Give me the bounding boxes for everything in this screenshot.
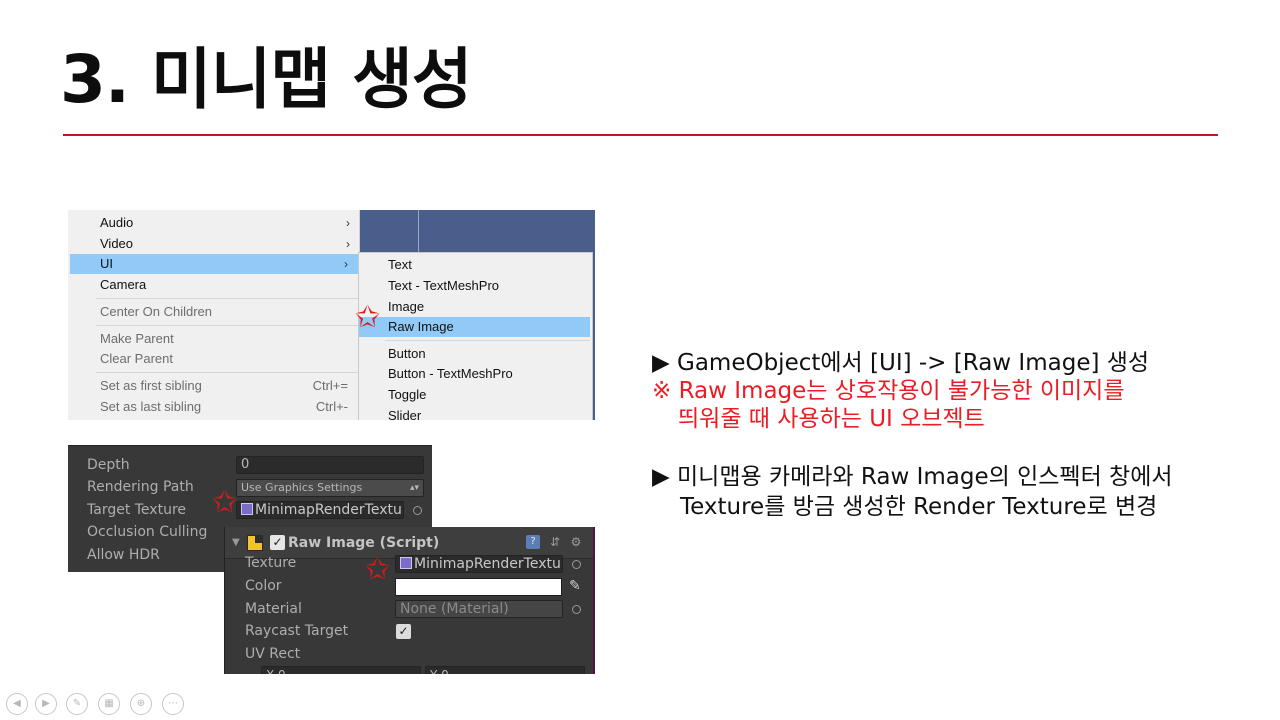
raw-image-inspector-screenshot: ▼ ✓ Raw Image (Script) ? ⇵ ⚙ Texture Min… <box>224 527 595 674</box>
slides-icon[interactable]: ▦ <box>98 693 120 715</box>
uv-rect-label: UV Rect <box>245 646 301 662</box>
raycast-target-checkbox[interactable]: ✓ <box>396 624 411 639</box>
target-texture-field[interactable]: MinimapRenderTextu <box>236 501 404 519</box>
menu-item-label: Set as last sibling <box>100 399 202 414</box>
submenu-item-image[interactable]: Image <box>359 297 592 317</box>
menu-item-label: Center On Children <box>100 304 212 319</box>
allow-hdr-label: Allow HDR <box>87 547 160 563</box>
material-label: Material <box>245 601 302 617</box>
red-star-annotation-icon: ✩ <box>212 485 238 520</box>
menu-item-audio[interactable]: Audio › <box>68 213 360 233</box>
pen-icon[interactable]: ✎ <box>66 693 88 715</box>
submenu-item-button-textmeshpro[interactable]: Button - TextMeshPro <box>359 364 592 384</box>
render-texture-icon <box>400 557 412 569</box>
target-texture-value: MinimapRenderTextu <box>255 502 402 518</box>
context-menu-screenshot: Audio › Video › UI › Camera Center On Ch… <box>68 210 595 420</box>
menu-item-label: UI <box>100 256 113 271</box>
panel-edge <box>593 527 595 674</box>
note-inspector-2: Texture를 방금 생성한 Render Texture로 변경 <box>680 494 1158 520</box>
texture-field[interactable]: MinimapRenderTextu <box>395 555 563 573</box>
submenu-item-text[interactable]: Text <box>359 255 592 275</box>
chevron-right-icon: › <box>346 216 350 230</box>
chevron-right-icon: › <box>344 257 348 271</box>
color-label: Color <box>245 578 282 594</box>
red-star-annotation-icon: ✩ <box>365 552 391 587</box>
zoom-icon[interactable]: ⊕ <box>130 693 152 715</box>
menu-item-label: Audio <box>100 215 134 230</box>
occlusion-culling-label: Occlusion Culling <box>87 524 208 540</box>
menu-separator <box>96 372 358 373</box>
menu-item-camera[interactable]: Camera <box>68 275 360 295</box>
red-star-annotation-icon: ✩ <box>355 300 381 335</box>
next-icon[interactable]: ▶ <box>35 693 57 715</box>
submenu-item-slider[interactable]: Slider <box>359 406 592 420</box>
depth-field[interactable]: 0 <box>236 456 424 474</box>
eyedropper-icon[interactable]: ✎ <box>569 578 581 594</box>
note-inspector-1: ▶ 미니맵용 카메라와 Raw Image의 인스펙터 창에서 <box>652 464 1173 490</box>
object-picker-icon[interactable] <box>572 605 581 614</box>
menu-item-video[interactable]: Video › <box>68 234 360 254</box>
rendering-path-dropdown[interactable]: Use Graphics Settings ▴▾ <box>236 479 424 497</box>
chevron-right-icon: › <box>346 237 350 251</box>
object-picker-icon[interactable] <box>413 506 422 515</box>
note-raw-image-desc-1: ※ Raw Image는 상호작용이 불가능한 이미지를 <box>652 378 1125 404</box>
color-field[interactable] <box>395 578 562 596</box>
menu-item-label: Clear Parent <box>100 351 173 366</box>
uv-x-field[interactable]: X 0 <box>261 666 421 674</box>
rendering-path-label: Rendering Path <box>87 479 194 495</box>
component-enabled-checkbox[interactable]: ✓ <box>270 535 285 550</box>
menu-item-label: Make Parent <box>100 331 174 346</box>
menu-item-label: Set as first sibling <box>100 378 202 393</box>
slide-title: 3. 미니맵 생성 <box>60 41 473 118</box>
component-title: Raw Image (Script) <box>288 535 440 551</box>
note-create-raw-image: ▶ GameObject에서 [UI] -> [Raw Image] 생성 <box>652 350 1150 376</box>
shortcut-label: Ctrl+- <box>315 399 348 414</box>
dropdown-arrow-icon: ▴▾ <box>409 483 419 493</box>
depth-label: Depth <box>87 457 130 473</box>
preset-icon[interactable]: ⇵ <box>548 535 562 549</box>
menu-item-center-on-children: Center On Children <box>68 302 360 322</box>
submenu-item-toggle[interactable]: Toggle <box>359 385 592 405</box>
menu-item-clear-parent: Clear Parent <box>68 349 360 369</box>
submenu-item-text-textmeshpro[interactable]: Text - TextMeshPro <box>359 276 592 296</box>
menu-separator <box>96 298 358 299</box>
render-texture-icon <box>241 503 253 515</box>
more-icon[interactable]: ⋯ <box>162 693 184 715</box>
menu-item-set-last-sibling: Set as last sibling Ctrl+- <box>68 397 360 417</box>
ui-submenu: Text Text - TextMeshPro Image Raw Image … <box>358 252 593 420</box>
menu-separator <box>385 340 590 341</box>
object-picker-icon[interactable] <box>572 560 581 569</box>
shortcut-label: Ctrl+= <box>312 378 348 393</box>
texture-label: Texture <box>245 555 297 571</box>
submenu-item-raw-image[interactable]: Raw Image <box>359 317 590 337</box>
material-field[interactable]: None (Material) <box>395 600 563 618</box>
gear-icon[interactable]: ⚙ <box>569 535 583 549</box>
menu-item-set-first-sibling: Set as first sibling Ctrl+= <box>68 376 360 396</box>
menu-item-label: Camera <box>100 277 147 292</box>
foldout-arrow-icon[interactable]: ▼ <box>232 537 240 548</box>
menu-item-make-parent: Make Parent <box>68 329 360 349</box>
note-raw-image-desc-2: 띄워줄 때 사용하는 UI 오브젝트 <box>678 406 985 432</box>
menu-item-label: Video <box>100 236 134 251</box>
title-divider <box>63 134 1218 136</box>
menu-item-ui[interactable]: UI › <box>70 254 358 274</box>
uv-y-field[interactable]: Y 0 <box>425 666 585 674</box>
gameobject-menu: Audio › Video › UI › Camera Center On Ch… <box>68 210 360 420</box>
menu-separator <box>96 325 358 326</box>
prev-icon[interactable]: ◀ <box>6 693 28 715</box>
rendering-path-value: Use Graphics Settings <box>241 481 363 494</box>
target-texture-label: Target Texture <box>87 502 187 518</box>
raw-image-component-icon <box>247 535 263 551</box>
submenu-item-button[interactable]: Button <box>359 344 592 364</box>
help-icon[interactable]: ? <box>526 535 540 549</box>
raycast-target-label: Raycast Target <box>245 623 349 639</box>
texture-value: MinimapRenderTextu <box>414 556 561 572</box>
